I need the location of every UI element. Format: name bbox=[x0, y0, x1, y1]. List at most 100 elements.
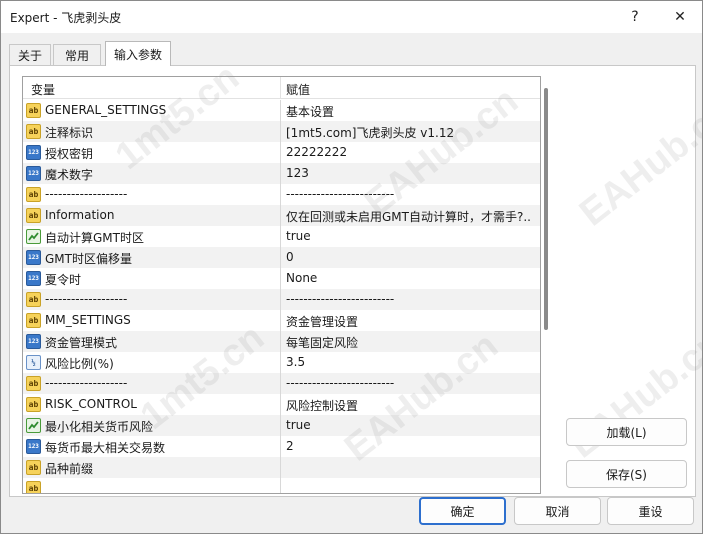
parameter-value[interactable]: ------------------------- bbox=[286, 376, 536, 390]
parameter-row[interactable]: ab Information 仅在回测或未启用GMT自动计算时，才需手?.. bbox=[23, 205, 540, 226]
parameter-row[interactable]: ab 品种前缀 bbox=[23, 457, 540, 478]
parameter-row[interactable]: ab RISK_CONTROL 风险控制设置 bbox=[23, 394, 540, 415]
row-divider bbox=[280, 310, 281, 331]
string-type-icon: ab bbox=[26, 292, 41, 307]
parameter-value[interactable]: 22222222 bbox=[286, 145, 536, 159]
row-divider bbox=[280, 415, 281, 436]
parameter-row[interactable]: 123 每货币最大相关交易数 2 bbox=[23, 436, 540, 457]
string-type-icon: ab bbox=[26, 397, 41, 412]
parameter-name: 夏令时 bbox=[45, 273, 82, 287]
window-title: Expert - 飞虎剥头皮 bbox=[10, 11, 122, 25]
cancel-button[interactable]: 取消 bbox=[514, 497, 601, 525]
string-type-icon: ab bbox=[26, 187, 41, 202]
parameter-value[interactable]: 123 bbox=[286, 166, 536, 180]
tab-inputs[interactable]: 输入参数 bbox=[105, 41, 171, 66]
boolean-type-icon bbox=[26, 418, 41, 433]
help-button[interactable]: ? bbox=[613, 1, 657, 33]
parameter-name: 风险比例(%) bbox=[45, 357, 114, 371]
parameter-row[interactable]: 123 授权密钥 22222222 bbox=[23, 142, 540, 163]
reset-button[interactable]: 重设 bbox=[607, 497, 694, 525]
parameter-value[interactable]: 风险控制设置 bbox=[286, 397, 536, 414]
parameter-row[interactable]: 123 资金管理模式 每笔固定风险 bbox=[23, 331, 540, 352]
parameter-row[interactable]: ab GENERAL_SETTINGS 基本设置 bbox=[23, 100, 540, 121]
parameter-row[interactable]: 123 GMT时区偏移量 0 bbox=[23, 247, 540, 268]
integer-type-icon: 123 bbox=[26, 271, 41, 286]
ok-button[interactable]: 确定 bbox=[419, 497, 506, 525]
save-button[interactable]: 保存(S) bbox=[566, 460, 687, 488]
row-divider bbox=[280, 478, 281, 493]
parameter-value[interactable]: 每笔固定风险 bbox=[286, 334, 536, 351]
parameter-name: Information bbox=[45, 208, 115, 222]
expert-properties-dialog: Expert - 飞虎剥头皮 ? ✕ 关于 常用 输入参数 变量 赋值 ab GE… bbox=[0, 0, 703, 534]
close-button[interactable]: ✕ bbox=[658, 1, 702, 33]
parameter-row[interactable]: ab bbox=[23, 478, 540, 493]
scrollbar-thumb[interactable] bbox=[544, 88, 548, 330]
grid-header: 变量 赋值 bbox=[23, 77, 540, 99]
row-divider bbox=[280, 331, 281, 352]
parameter-value[interactable]: 2 bbox=[286, 439, 536, 453]
parameter-name: 每货币最大相关交易数 bbox=[45, 441, 166, 455]
row-divider bbox=[280, 100, 281, 121]
parameter-value[interactable]: 仅在回测或未启用GMT自动计算时，才需手?.. bbox=[286, 208, 536, 225]
parameter-row[interactable]: ab 注释标识 [1mt5.com]飞虎剥头皮 v1.12 bbox=[23, 121, 540, 142]
row-divider bbox=[280, 247, 281, 268]
parameter-name: 授权密钥 bbox=[45, 147, 94, 161]
double-type-icon: ½ bbox=[26, 355, 41, 370]
parameter-value[interactable]: None bbox=[286, 271, 536, 285]
parameter-row[interactable]: 自动计算GMT时区 true bbox=[23, 226, 540, 247]
parameter-value[interactable]: [1mt5.com]飞虎剥头皮 v1.12 bbox=[286, 124, 536, 141]
parameter-row[interactable]: ab ------------------- -------------------… bbox=[23, 289, 540, 310]
parameter-row[interactable]: ab MM_SETTINGS 资金管理设置 bbox=[23, 310, 540, 331]
row-divider bbox=[280, 142, 281, 163]
string-type-icon: ab bbox=[26, 376, 41, 391]
parameters-grid: 变量 赋值 ab GENERAL_SETTINGS 基本设置 ab 注释标识 [1mt5.… bbox=[22, 76, 541, 494]
parameter-name: ------------------- bbox=[45, 187, 128, 201]
parameter-name: 注释标识 bbox=[45, 126, 94, 140]
integer-type-icon: 123 bbox=[26, 334, 41, 349]
parameter-row[interactable]: 123 魔术数字 123 bbox=[23, 163, 540, 184]
parameter-name: GMT时区偏移量 bbox=[45, 252, 132, 266]
row-divider bbox=[280, 205, 281, 226]
column-header-value[interactable]: 赋值 bbox=[286, 81, 310, 98]
row-divider bbox=[280, 457, 281, 478]
parameter-value[interactable]: ------------------------- bbox=[286, 187, 536, 201]
parameter-value[interactable]: 0 bbox=[286, 250, 536, 264]
integer-type-icon: 123 bbox=[26, 250, 41, 265]
string-type-icon: ab bbox=[26, 124, 41, 139]
parameter-row[interactable]: 123 夏令时 None bbox=[23, 268, 540, 289]
parameter-row[interactable]: ½ 风险比例(%) 3.5 bbox=[23, 352, 540, 373]
row-divider bbox=[280, 163, 281, 184]
parameter-row[interactable]: 最小化相关货币风险 true bbox=[23, 415, 540, 436]
parameter-value[interactable]: true bbox=[286, 229, 536, 243]
parameter-name: 最小化相关货币风险 bbox=[45, 420, 154, 434]
integer-type-icon: 123 bbox=[26, 439, 41, 454]
column-header-variable[interactable]: 变量 bbox=[31, 81, 55, 98]
string-type-icon: ab bbox=[26, 481, 41, 493]
parameter-name: MM_SETTINGS bbox=[45, 313, 131, 327]
parameter-value[interactable]: true bbox=[286, 418, 536, 432]
parameter-row[interactable]: ab ------------------- -------------------… bbox=[23, 373, 540, 394]
parameter-value[interactable]: 3.5 bbox=[286, 355, 536, 369]
integer-type-icon: 123 bbox=[26, 166, 41, 181]
parameter-value[interactable]: 基本设置 bbox=[286, 103, 536, 120]
parameter-row[interactable]: ab ------------------- -------------------… bbox=[23, 184, 540, 205]
vertical-scrollbar[interactable] bbox=[543, 88, 549, 338]
parameter-name: 品种前缀 bbox=[45, 462, 94, 476]
parameter-name: RISK_CONTROL bbox=[45, 397, 137, 411]
row-divider bbox=[280, 121, 281, 142]
parameter-value[interactable]: ------------------------- bbox=[286, 292, 536, 306]
parameter-value[interactable]: 资金管理设置 bbox=[286, 313, 536, 330]
parameter-name: 自动计算GMT时区 bbox=[45, 231, 144, 245]
tab-common[interactable]: 常用 bbox=[53, 44, 101, 66]
boolean-type-icon bbox=[26, 229, 41, 244]
parameter-name: GENERAL_SETTINGS bbox=[45, 103, 167, 117]
title-bar: Expert - 飞虎剥头皮 ? ✕ bbox=[1, 1, 702, 33]
parameter-name: 魔术数字 bbox=[45, 168, 94, 182]
tab-about[interactable]: 关于 bbox=[9, 44, 51, 66]
load-button[interactable]: 加载(L) bbox=[566, 418, 687, 446]
string-type-icon: ab bbox=[26, 460, 41, 475]
integer-type-icon: 123 bbox=[26, 145, 41, 160]
row-divider bbox=[280, 373, 281, 394]
row-divider bbox=[280, 268, 281, 289]
column-divider[interactable] bbox=[280, 77, 281, 99]
